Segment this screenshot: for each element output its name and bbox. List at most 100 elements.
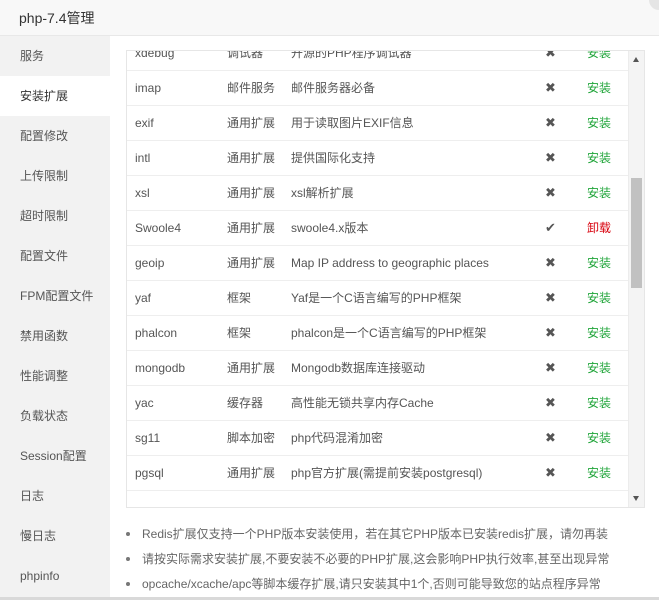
scrollbar[interactable] xyxy=(628,51,644,507)
cross-icon: ✖ xyxy=(545,115,556,130)
table-row: sg11 脚本加密 php代码混淆加密 ✖ 安装 xyxy=(127,421,628,456)
extension-description: 邮件服务器必备 xyxy=(291,81,376,95)
extension-name: intl xyxy=(135,151,151,165)
install-button[interactable]: 安装 xyxy=(587,246,611,280)
scrollbar-thumb[interactable] xyxy=(631,178,642,288)
cross-icon: ✖ xyxy=(545,255,556,270)
cross-icon: ✖ xyxy=(545,185,556,200)
close-corner[interactable] xyxy=(649,0,659,10)
extension-type: 通用扩展 xyxy=(227,361,276,375)
extension-description: Yaf是一个C语言编写的PHP框架 xyxy=(291,291,462,305)
extension-name: geoip xyxy=(135,256,165,270)
install-button[interactable]: 安装 xyxy=(587,141,611,175)
extension-description: php官方扩展(需提前安装postgresql) xyxy=(291,466,483,480)
sidebar-item-config-file[interactable]: 配置文件 xyxy=(0,236,110,276)
sidebar-item-config-edit[interactable]: 配置修改 xyxy=(0,116,110,156)
extension-name: mongodb xyxy=(135,361,186,375)
extension-description: swoole4.x版本 xyxy=(291,221,369,235)
window-title: php-7.4管理 xyxy=(19,10,95,26)
table-row: Swoole4 通用扩展 swoole4.x版本 ✔ 卸载 xyxy=(127,211,628,246)
extension-name: Swoole4 xyxy=(135,221,182,235)
extension-type: 通用扩展 xyxy=(227,221,276,235)
extension-type: 缓存器 xyxy=(227,396,264,410)
extension-name: pgsql xyxy=(135,466,164,480)
install-button[interactable]: 安装 xyxy=(587,71,611,105)
sidebar-item-load-status[interactable]: 负载状态 xyxy=(0,396,110,436)
table-row: geoip 通用扩展 Map IP address to geographic pl… xyxy=(127,246,628,281)
table-row: imap 邮件服务 邮件服务器必备 ✖ 安装 xyxy=(127,71,628,106)
sidebar-item-install-extensions[interactable]: 安装扩展 xyxy=(0,76,110,116)
sidebar: 服务 安装扩展 配置修改 上传限制 超时限制 配置文件 FPM配置文件 禁用函数… xyxy=(0,36,110,600)
extension-description: Map IP address to geographic places xyxy=(291,256,489,270)
extension-description: 开源的PHP程序调试器 xyxy=(291,50,412,60)
install-button[interactable]: 安装 xyxy=(587,421,611,455)
extension-type: 邮件服务 xyxy=(227,81,276,95)
extension-description: 用于读取图片EXIF信息 xyxy=(291,116,414,130)
cross-icon: ✖ xyxy=(545,395,556,410)
extensions-table-body: xdebug 调试器 开源的PHP程序调试器 ✖ 安装 imap 邮件服务 邮件服务器必备 ✖ 安… xyxy=(127,50,628,491)
extension-description: Mongodb数据库连接驱动 xyxy=(291,361,426,375)
extension-description: 提供国际化支持 xyxy=(291,151,376,165)
check-icon: ✔ xyxy=(545,220,556,235)
install-button[interactable]: 安装 xyxy=(587,281,611,315)
install-button[interactable]: 安装 xyxy=(587,176,611,210)
extension-name: phalcon xyxy=(135,326,178,340)
note-item: Redis扩展仅支持一个PHP版本安装使用，若在其它PHP版本已安装redis扩… xyxy=(124,526,644,551)
extension-description: xsl解析扩展 xyxy=(291,186,354,200)
install-button[interactable]: 安装 xyxy=(587,456,611,490)
table-row: exif 通用扩展 用于读取图片EXIF信息 ✖ 安装 xyxy=(127,106,628,141)
sidebar-item-session[interactable]: Session配置 xyxy=(0,436,110,476)
sidebar-item-upload-limit[interactable]: 上传限制 xyxy=(0,156,110,196)
extension-name: xdebug xyxy=(135,50,175,60)
notes-list: Redis扩展仅支持一个PHP版本安装使用，若在其它PHP版本已安装redis扩… xyxy=(124,526,644,601)
extension-type: 通用扩展 xyxy=(227,466,276,480)
table-row: pgsql 通用扩展 php官方扩展(需提前安装postgresql) ✖ 安装 xyxy=(127,456,628,491)
note-item: 请按实际需求安装扩展,不要安装不必要的PHP扩展,这会影响PHP执行效率,甚至出… xyxy=(124,551,644,576)
install-button[interactable]: 安装 xyxy=(587,386,611,420)
cross-icon: ✖ xyxy=(545,325,556,340)
extension-name: exif xyxy=(135,116,154,130)
table-row: mongodb 通用扩展 Mongodb数据库连接驱动 ✖ 安装 xyxy=(127,351,628,386)
title-bar: php-7.4管理 xyxy=(0,0,659,36)
extension-type: 通用扩展 xyxy=(227,256,276,270)
install-button[interactable]: 安装 xyxy=(587,51,611,70)
extension-name: yac xyxy=(135,396,154,410)
table-row: intl 通用扩展 提供国际化支持 ✖ 安装 xyxy=(127,141,628,176)
install-button[interactable]: 安装 xyxy=(587,351,611,385)
extension-name: xsl xyxy=(135,186,150,200)
cross-icon: ✖ xyxy=(545,430,556,445)
extension-name: sg11 xyxy=(135,431,161,445)
sidebar-item-disabled-functions[interactable]: 禁用函数 xyxy=(0,316,110,356)
install-button[interactable]: 安装 xyxy=(587,106,611,140)
table-row: xdebug 调试器 开源的PHP程序调试器 ✖ 安装 xyxy=(127,50,628,71)
uninstall-button[interactable]: 卸载 xyxy=(587,211,611,245)
extension-description: 高性能无锁共享内存Cache xyxy=(291,396,434,410)
install-button[interactable]: 安装 xyxy=(587,316,611,350)
extension-type: 调试器 xyxy=(227,50,264,60)
scroll-down-icon[interactable] xyxy=(633,496,639,501)
sidebar-item-fpm-config[interactable]: FPM配置文件 xyxy=(0,276,110,316)
extension-type: 脚本加密 xyxy=(227,431,276,445)
extension-description: php代码混淆加密 xyxy=(291,431,384,445)
extension-type: 框架 xyxy=(227,291,252,305)
scroll-up-icon[interactable] xyxy=(633,57,639,62)
cross-icon: ✖ xyxy=(545,80,556,95)
extensions-table: xdebug 调试器 开源的PHP程序调试器 ✖ 安装 imap 邮件服务 邮件服务器必备 ✖ 安… xyxy=(126,50,645,508)
sidebar-item-slow-log[interactable]: 慢日志 xyxy=(0,516,110,556)
sidebar-item-timeout-limit[interactable]: 超时限制 xyxy=(0,196,110,236)
sidebar-item-log[interactable]: 日志 xyxy=(0,476,110,516)
cross-icon: ✖ xyxy=(545,150,556,165)
extension-type: 通用扩展 xyxy=(227,151,276,165)
table-row: yac 缓存器 高性能无锁共享内存Cache ✖ 安装 xyxy=(127,386,628,421)
extension-name: yaf xyxy=(135,291,152,305)
extension-type: 框架 xyxy=(227,326,252,340)
sidebar-item-service[interactable]: 服务 xyxy=(0,36,110,76)
cross-icon: ✖ xyxy=(545,290,556,305)
cross-icon: ✖ xyxy=(545,465,556,480)
main-content: xdebug 调试器 开源的PHP程序调试器 ✖ 安装 imap 邮件服务 邮件服务器必备 ✖ 安… xyxy=(110,36,659,600)
sidebar-item-performance[interactable]: 性能调整 xyxy=(0,356,110,396)
sidebar-item-phpinfo[interactable]: phpinfo xyxy=(0,556,110,596)
cross-icon: ✖ xyxy=(545,50,556,60)
extension-type: 通用扩展 xyxy=(227,116,276,130)
table-row: phalcon 框架 phalcon是一个C语言编写的PHP框架 ✖ 安装 xyxy=(127,316,628,351)
